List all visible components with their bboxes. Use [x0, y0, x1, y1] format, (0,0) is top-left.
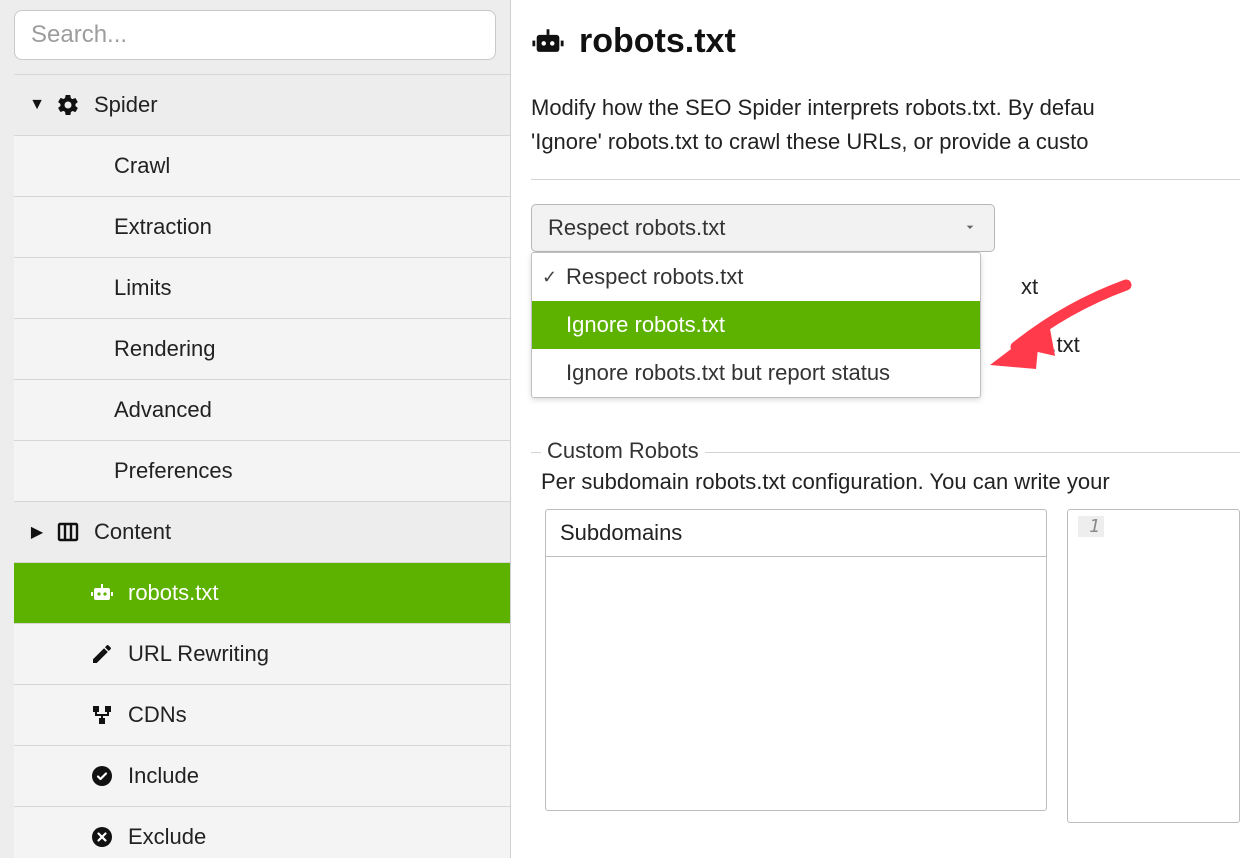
option-ignore-report[interactable]: Ignore robots.txt but report status [532, 349, 980, 397]
caret-down-icon: ▼ [20, 96, 54, 114]
robot-icon [531, 25, 565, 59]
option-respect-robots[interactable]: ✓ Respect robots.txt [532, 253, 980, 301]
tree-label: Spider [94, 92, 158, 118]
panel-title-row: robots.txt [531, 22, 1240, 61]
tree-label: Limits [114, 275, 171, 301]
option-label: Respect robots.txt [566, 264, 743, 290]
tree-item-exclude[interactable]: Exclude [14, 807, 510, 858]
caret-right-icon: ▶ [20, 522, 54, 542]
tree-group-spider[interactable]: ▼ Spider [14, 75, 510, 136]
edit-icon [88, 640, 116, 668]
panel-description: Modify how the SEO Spider interprets rob… [531, 91, 1240, 159]
tree-label: Advanced [114, 397, 212, 423]
app-root: ▼ Spider Crawl Extraction Limits Renderi… [0, 0, 1240, 858]
tree-item-include[interactable]: Include [14, 746, 510, 807]
robots-mode-select[interactable]: Respect robots.txt [531, 204, 995, 252]
tree-label: Extraction [114, 214, 212, 240]
custom-robots-row: Subdomains 1 [545, 509, 1240, 823]
tree-item-robots[interactable]: robots.txt [14, 563, 510, 624]
custom-robots-legend: Custom Robots [541, 438, 705, 464]
tree-item-rendering[interactable]: Rendering [14, 319, 510, 380]
subdomains-header: Subdomains [546, 510, 1046, 557]
option-ignore-robots[interactable]: Ignore robots.txt [532, 301, 980, 349]
select-area: Respect robots.txt ✓ Respect robots.txt … [531, 204, 1240, 252]
desc-line: Modify how the SEO Spider interprets rob… [531, 95, 1095, 120]
tree-group-content[interactable]: ▶ Content [14, 502, 510, 563]
robot-icon [88, 579, 116, 607]
tree-label: CDNs [128, 702, 187, 728]
tree-label: Exclude [128, 824, 206, 850]
option-label: Ignore robots.txt but report status [566, 360, 890, 386]
obscured-text: xt [1021, 274, 1038, 300]
gear-icon [54, 91, 82, 119]
search-wrap [14, 10, 510, 60]
search-input[interactable] [14, 10, 496, 60]
subdomains-list[interactable]: Subdomains [545, 509, 1047, 811]
robots-mode-select-wrap: Respect robots.txt ✓ Respect robots.txt … [531, 204, 995, 252]
option-label: Ignore robots.txt [566, 312, 725, 338]
panel-title: robots.txt [579, 22, 736, 61]
check-icon: ✓ [542, 267, 557, 288]
tree-item-advanced[interactable]: Advanced [14, 380, 510, 441]
tree-label: Include [128, 763, 199, 789]
settings-sidebar: ▼ Spider Crawl Extraction Limits Renderi… [0, 0, 510, 858]
select-current-value: Respect robots.txt [548, 215, 725, 241]
obscured-text: ots.txt [1021, 332, 1080, 358]
network-icon [88, 701, 116, 729]
settings-panel: robots.txt Modify how the SEO Spider int… [510, 0, 1240, 858]
custom-robots-section: Custom Robots Per subdomain robots.txt c… [531, 452, 1240, 823]
desc-line: 'Ignore' robots.txt to crawl these URLs,… [531, 129, 1088, 154]
tree-item-url-rewriting[interactable]: URL Rewriting [14, 624, 510, 685]
check-circle-icon [88, 762, 116, 790]
custom-robots-description: Per subdomain robots.txt configuration. … [541, 469, 1240, 495]
tree-label: URL Rewriting [128, 641, 269, 667]
x-circle-icon [88, 823, 116, 851]
tree-label: Crawl [114, 153, 170, 179]
tree-item-cdns[interactable]: CDNs [14, 685, 510, 746]
columns-icon [54, 518, 82, 546]
tree-item-extraction[interactable]: Extraction [14, 197, 510, 258]
divider [531, 179, 1240, 180]
tree-label: robots.txt [128, 580, 218, 606]
tree-label: Rendering [114, 336, 216, 362]
robots-mode-dropdown: ✓ Respect robots.txt Ignore robots.txt I… [531, 252, 981, 398]
settings-tree: ▼ Spider Crawl Extraction Limits Renderi… [14, 74, 510, 858]
tree-item-preferences[interactable]: Preferences [14, 441, 510, 502]
robots-editor[interactable]: 1 [1067, 509, 1240, 823]
tree-label: Preferences [114, 458, 233, 484]
chevron-down-icon [962, 215, 978, 241]
editor-line-number: 1 [1078, 516, 1104, 537]
tree-item-limits[interactable]: Limits [14, 258, 510, 319]
tree-label: Content [94, 519, 171, 545]
tree-item-crawl[interactable]: Crawl [14, 136, 510, 197]
